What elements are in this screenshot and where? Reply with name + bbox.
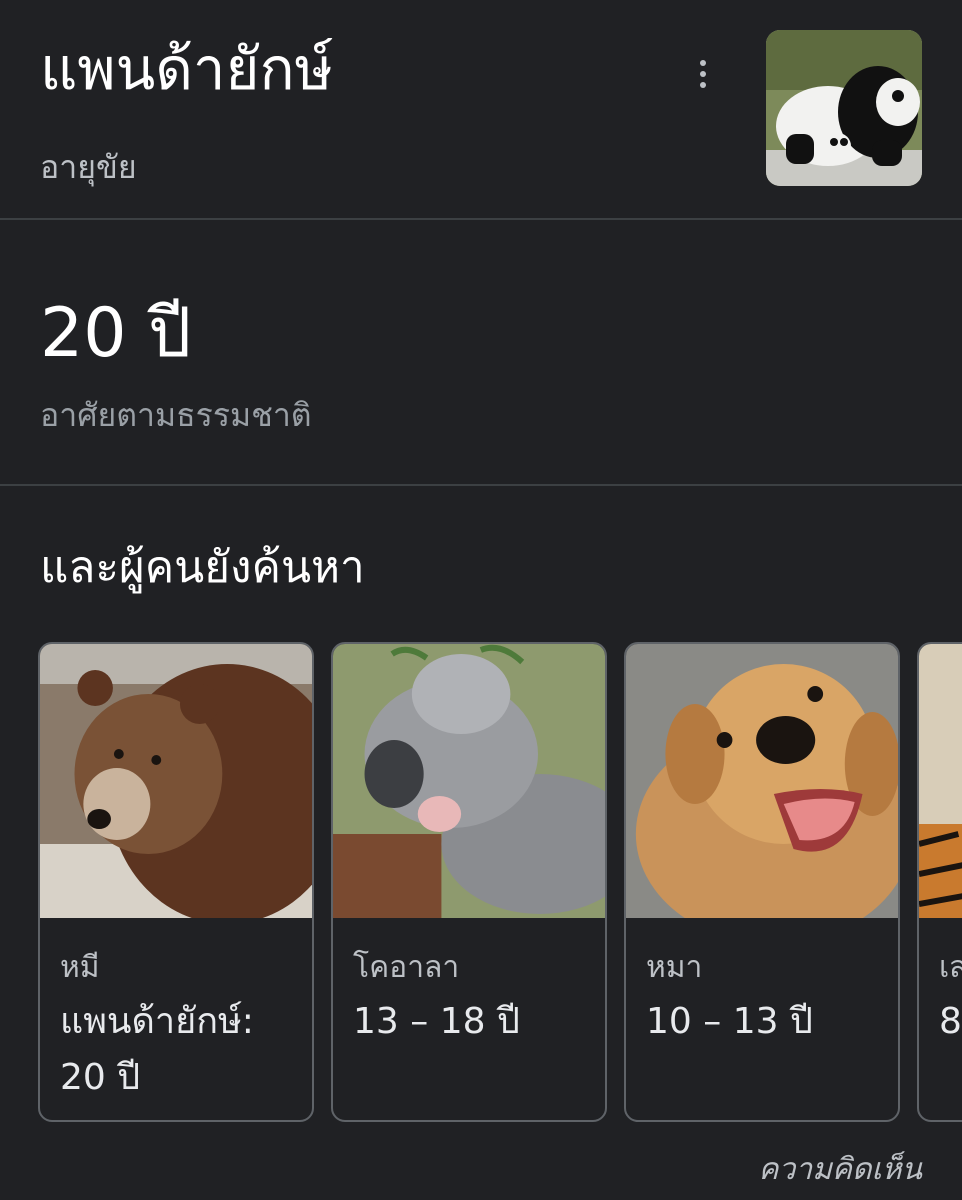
card-category: โคอาลา xyxy=(353,950,460,985)
more-vert-icon xyxy=(700,60,706,66)
related-card-tiger[interactable]: เส 8 xyxy=(917,642,962,1122)
related-carousel[interactable]: หมี แพนด้ายักษ์: 20 ปี โคอาลา 13 – 18 ปี xyxy=(38,642,962,1126)
card-category: หมี xyxy=(60,950,100,985)
more-options-button[interactable] xyxy=(686,50,720,98)
card-lifespan: แพนด้ายักษ์: 20 ปี xyxy=(60,1001,254,1098)
koala-image xyxy=(333,644,605,918)
related-card-koala[interactable]: โคอาลา 13 – 18 ปี xyxy=(331,642,607,1122)
section-divider xyxy=(0,218,962,220)
tiger-image xyxy=(919,644,962,918)
giant-panda-image xyxy=(766,30,922,186)
related-card-bear[interactable]: หมี แพนด้ายักษ์: 20 ปี xyxy=(38,642,314,1122)
knowledge-panel-header: แพนด้ายักษ์ อายุขัย xyxy=(0,0,962,218)
card-lifespan: 10 – 13 ปี xyxy=(646,1001,813,1042)
related-searches-title: และผู้คนยังค้นหา xyxy=(40,542,365,593)
card-lifespan: 8 xyxy=(939,1001,962,1042)
brown-bear-image xyxy=(40,644,312,918)
golden-retriever-image xyxy=(626,644,898,918)
panda-thumbnail[interactable] xyxy=(766,30,922,186)
card-category: หมา xyxy=(646,950,703,985)
feedback-link[interactable]: ความคิดเห็น xyxy=(758,1146,922,1193)
card-lifespan: 13 – 18 ปี xyxy=(353,1001,520,1042)
panel-title: แพนด้ายักษ์ xyxy=(40,35,333,103)
lifespan-caption: อาศัยตามธรรมชาติ xyxy=(40,396,312,434)
lifespan-answer: 20 ปี xyxy=(40,294,192,373)
card-category: เส xyxy=(939,950,962,985)
section-divider xyxy=(0,484,962,486)
related-card-dog[interactable]: หมา 10 – 13 ปี xyxy=(624,642,900,1122)
panel-subtitle: อายุขัย xyxy=(40,148,137,186)
